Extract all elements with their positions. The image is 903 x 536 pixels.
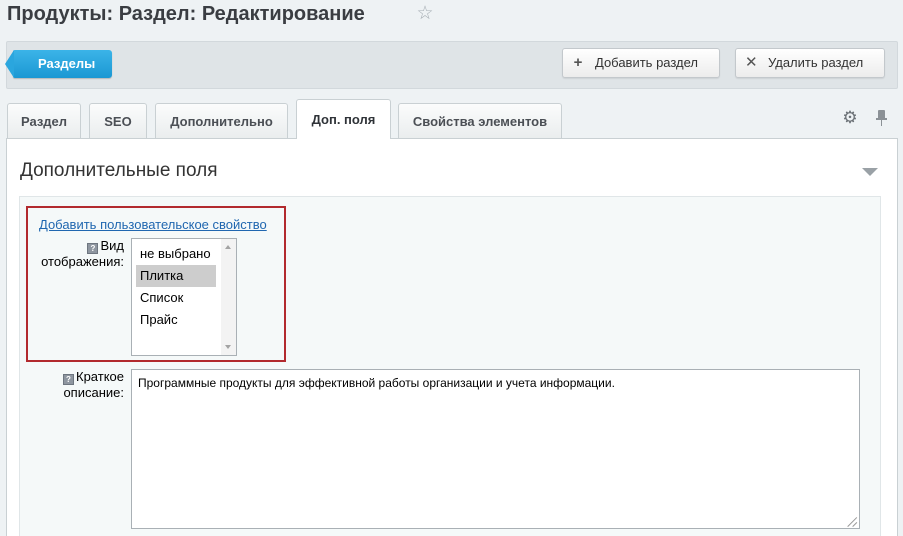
close-icon: ✕ xyxy=(745,54,758,71)
listbox-option[interactable]: не выбрано xyxy=(136,243,216,265)
listbox-scrollbar[interactable] xyxy=(221,239,236,355)
tab-element-properties[interactable]: Свойства элементов xyxy=(398,103,562,138)
scroll-down-icon[interactable] xyxy=(225,345,231,349)
view-field-label-text: Вид отображения: xyxy=(41,238,124,269)
tab-section[interactable]: Раздел xyxy=(7,103,81,138)
listbox-option[interactable]: Прайс xyxy=(136,309,216,331)
listbox-option-selected[interactable]: Плитка xyxy=(136,265,216,287)
page-title: Продукты: Раздел: Редактирование xyxy=(7,3,365,25)
listbox-option[interactable]: Список xyxy=(136,287,216,309)
add-section-label: Добавить раздел xyxy=(595,55,699,70)
add-custom-property-link[interactable]: Добавить пользовательское свойство xyxy=(39,217,267,232)
view-listbox[interactable]: не выбрано Плитка Список Прайс xyxy=(131,238,237,356)
tab-seo[interactable]: SEO xyxy=(89,103,147,138)
help-icon[interactable]: ? xyxy=(87,243,99,254)
pin-icon[interactable] xyxy=(874,109,888,127)
tab-additional[interactable]: Дополнительно xyxy=(155,103,288,138)
gear-icon[interactable]: ⚙ xyxy=(841,109,859,127)
collapse-arrow-icon[interactable] xyxy=(862,168,878,176)
description-textarea[interactable]: Программные продукты для эффективной раб… xyxy=(131,369,860,529)
description-field-label: ? Краткое описание: xyxy=(30,369,124,400)
plus-icon: + xyxy=(573,54,583,71)
star-icon[interactable]: ☆ xyxy=(414,3,436,25)
scroll-up-icon[interactable] xyxy=(225,245,231,249)
section-title: Дополнительные поля xyxy=(20,160,218,181)
add-section-button[interactable]: + Добавить раздел xyxy=(562,48,720,78)
resize-grip-icon[interactable] xyxy=(848,517,858,527)
sections-back-button[interactable]: Разделы xyxy=(5,50,112,78)
tab-extra-fields[interactable]: Доп. поля xyxy=(296,99,391,139)
delete-section-label: Удалить раздел xyxy=(768,55,864,70)
delete-section-button[interactable]: ✕ Удалить раздел xyxy=(735,48,885,78)
help-icon[interactable]: ? xyxy=(63,374,74,385)
view-field-label: ? Вид отображения: xyxy=(30,238,124,269)
